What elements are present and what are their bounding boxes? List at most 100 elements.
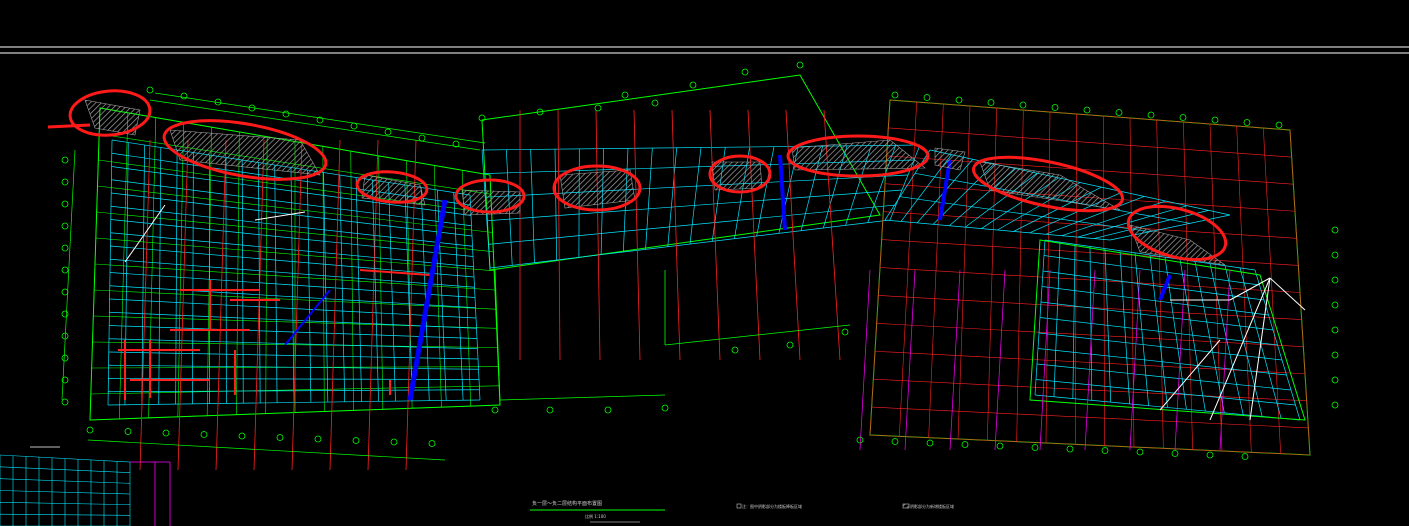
hatched-slab-region [934, 147, 966, 171]
grid-line-h [1035, 379, 1296, 406]
axis-bubble [923, 94, 931, 101]
middle-axis-bubbles [478, 61, 849, 414]
axis-bubble [1171, 450, 1179, 457]
axis-bubble [418, 134, 426, 142]
axis-bubble [741, 68, 749, 76]
grid-line-h [485, 174, 909, 198]
grid-line-h [883, 211, 1297, 239]
legend-swatch-1 [736, 503, 742, 509]
blue-shear-wall-mid [778, 154, 787, 231]
axis-bubble [1066, 445, 1074, 453]
scale-note: 比例 1:100 [585, 514, 606, 519]
axis-bubble [61, 244, 69, 252]
red-axis-line [557, 109, 561, 361]
axis-bubble [200, 431, 208, 438]
legend-note-2: 阴影部分为新增楼板区域 [910, 504, 954, 509]
axis-bubble [428, 440, 436, 447]
axis-bubble [146, 86, 154, 94]
red-axis-line [139, 139, 151, 471]
legend-swatch-2 [902, 503, 910, 509]
legend-note-1: 注：图中阴影部分为楼板降板区域 [742, 504, 802, 509]
grid-line-h [871, 406, 1309, 429]
drawing-title: 负一层～负二层结构平面布置图 [532, 501, 603, 507]
grid-line-h [1036, 363, 1292, 391]
axis-bubble [1331, 401, 1339, 409]
grid-line-v [667, 147, 678, 247]
red-axis-line [329, 139, 341, 471]
axis-bubble [61, 178, 69, 186]
grid-line-h [488, 204, 897, 245]
axis-bubble [61, 200, 69, 208]
magenta-dim-line [1174, 269, 1186, 451]
grid-line-h [869, 434, 1311, 456]
grid-line-v [645, 148, 653, 250]
axis-bubble [491, 406, 499, 414]
axis-bubble [390, 438, 398, 446]
axis-bubble [61, 156, 69, 164]
grid-line-h [878, 295, 1302, 320]
axis-bubble [786, 341, 794, 349]
right-block-lower-beam-grid [1034, 239, 1301, 421]
axis-bubble [61, 354, 69, 362]
axis-bubble [1051, 104, 1059, 111]
axis-bubble [955, 96, 963, 104]
axis-bubble [61, 222, 69, 230]
axis-bubble [1211, 116, 1219, 124]
dim-chain-left [61, 149, 76, 401]
axis-bubble [621, 91, 629, 99]
axis-bubble [1147, 111, 1155, 119]
grid-line-v [554, 149, 558, 261]
axis-bubble [124, 428, 132, 435]
axis-bubble [661, 404, 669, 412]
axis-bubble [996, 442, 1004, 450]
axis-bubble [689, 81, 697, 89]
bottom-left-inset-drawing [30, 446, 171, 526]
magenta-dim-line [1129, 269, 1141, 451]
axis-bubble [796, 61, 804, 69]
axis-bubble [594, 104, 602, 112]
axis-bubble [1031, 444, 1039, 451]
axis-bubble [61, 266, 69, 274]
red-axis-line [253, 139, 265, 471]
axis-bubble [841, 328, 849, 336]
grid-line-v [530, 149, 535, 263]
grid-line-h [873, 378, 1307, 402]
axis-bubble [891, 91, 899, 99]
red-axis-line [595, 109, 601, 361]
axis-bubble [1331, 351, 1339, 359]
grid-line-h [486, 189, 903, 222]
hatched-slab-region [559, 169, 636, 209]
axis-bubble [926, 439, 934, 447]
axis-bubble [1331, 276, 1339, 284]
axis-bubble [1083, 106, 1091, 114]
right-block-magenta-dims [859, 269, 1231, 451]
white-stair-line [124, 204, 166, 263]
axis-bubble [856, 436, 864, 444]
axis-bubble [1275, 121, 1283, 129]
axis-bubble [1101, 447, 1109, 454]
red-axis-line [633, 109, 641, 361]
cad-canvas[interactable] [0, 0, 1409, 526]
axis-bubble [238, 432, 246, 440]
axis-bubble [162, 429, 170, 437]
axis-bubble [61, 288, 69, 296]
axis-bubble [350, 122, 358, 130]
red-markup-tail [47, 123, 91, 129]
axis-bubble [282, 110, 290, 118]
right-block-core-outline [1029, 239, 1306, 421]
axis-bubble [546, 406, 554, 414]
cad-drawing-viewport[interactable] [0, 0, 1409, 526]
blue-shear-wall-right [938, 159, 952, 221]
axis-bubble [314, 435, 322, 443]
axis-bubble [384, 128, 392, 136]
axis-bubble [1331, 301, 1339, 309]
axis-bubble [731, 346, 739, 354]
hatched-slab-region [979, 161, 1121, 211]
axis-bubble [1136, 448, 1144, 456]
magenta-dim-line [1084, 269, 1096, 451]
hatched-slab-region [791, 139, 926, 171]
axis-bubble [1331, 326, 1339, 334]
axis-bubble [86, 426, 94, 434]
blue-brace-left [284, 289, 331, 346]
axis-bubble [61, 398, 69, 406]
